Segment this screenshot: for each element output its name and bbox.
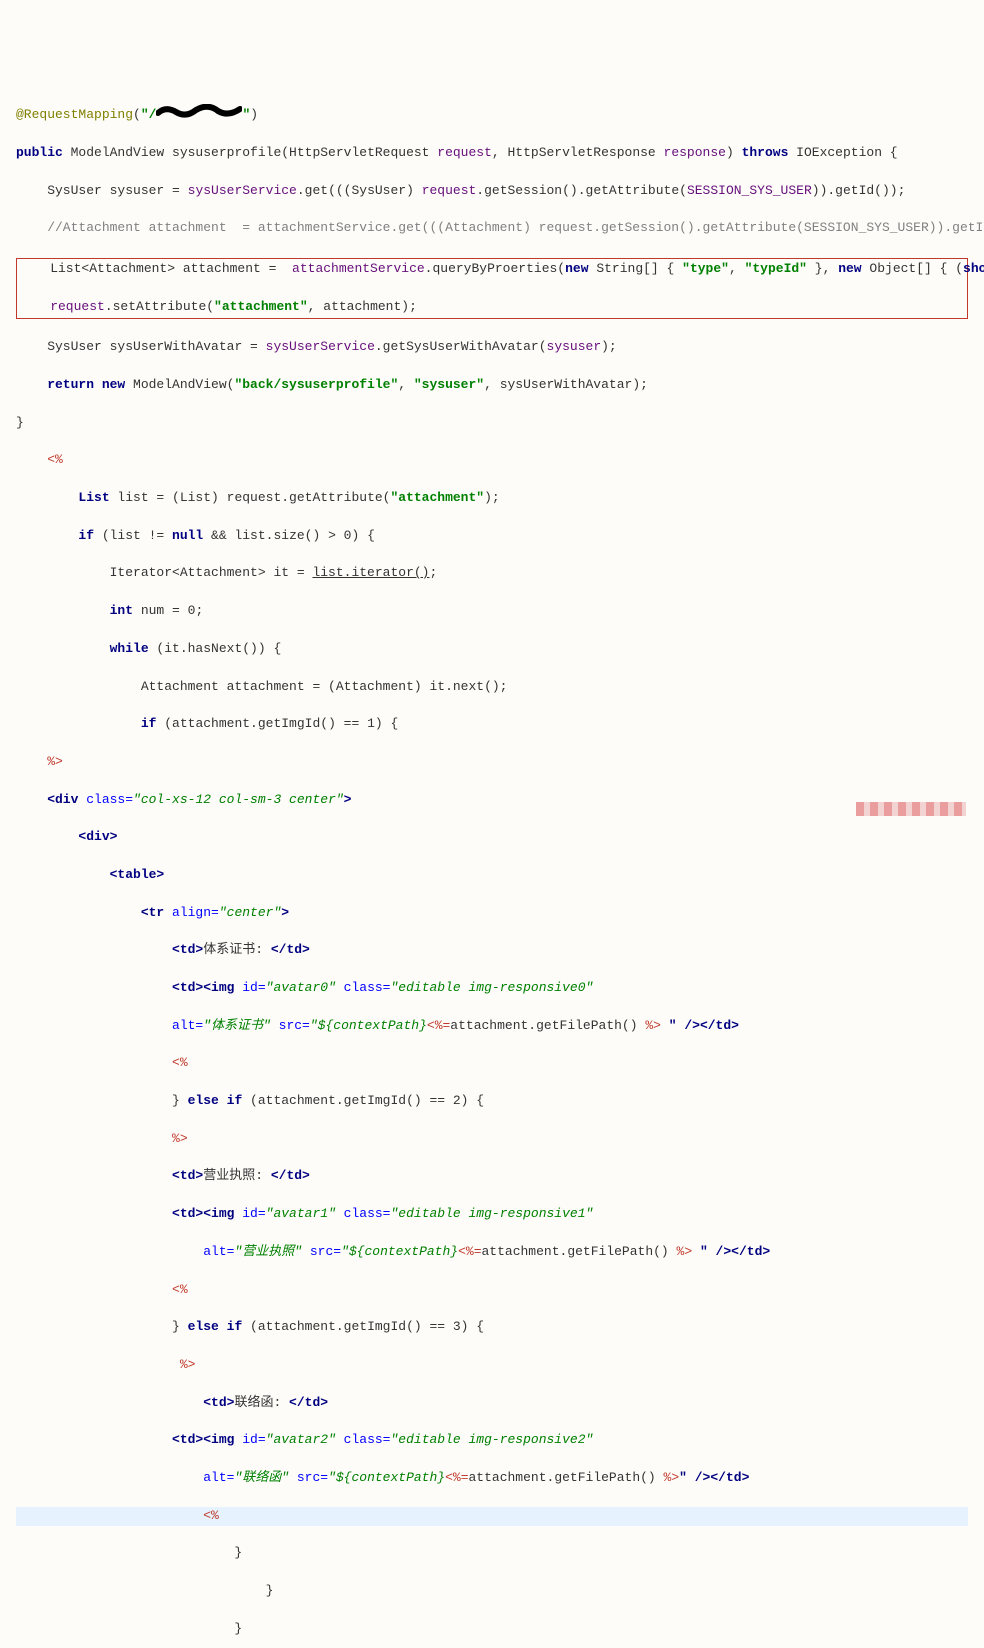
code-line: @RequestMapping("/") [16,104,968,125]
code-line: <td><img id="avatar1" class="editable im… [16,1205,968,1224]
code-line: return new ModelAndView("back/sysuserpro… [16,376,968,395]
code-line: } else if (attachment.getImgId() == 2) { [16,1092,968,1111]
watermark-blur [856,802,966,816]
code-line: <% [16,451,968,470]
code-line-highlighted: <% [16,1507,968,1526]
code-line: SysUser sysUserWithAvatar = sysUserServi… [16,338,968,357]
code-line: <tr align="center"> [16,904,968,923]
code-line: Iterator<Attachment> it = list.iterator(… [16,564,968,583]
code-line: <% [16,1281,968,1300]
code-block: @RequestMapping("/") public ModelAndView… [16,85,968,1648]
code-line: List<Attachment> attachment = attachment… [19,260,965,279]
code-line: <div class="col-xs-12 col-sm-3 center"> [16,791,968,810]
code-line: Attachment attachment = (Attachment) it.… [16,678,968,697]
code-line: int num = 0; [16,602,968,621]
code-line: <table> [16,866,968,885]
code-line: %> [16,1356,968,1375]
code-line: if (list != null && list.size() > 0) { [16,527,968,546]
code-line: } [16,1582,968,1601]
code-line: public ModelAndView sysuserprofile(HttpS… [16,144,968,163]
code-line: <% [16,1054,968,1073]
code-line: } [16,414,968,433]
code-line: %> [16,753,968,772]
code-line: if (attachment.getImgId() == 1) { [16,715,968,734]
code-line: request.setAttribute("attachment", attac… [19,298,965,317]
code-line: SysUser sysuser = sysUserService.get(((S… [16,182,968,201]
code-line: <td>联络函: </td> [16,1394,968,1413]
code-line: <td><img id="avatar2" class="editable im… [16,1431,968,1450]
code-line: } else if (attachment.getImgId() == 3) { [16,1318,968,1337]
code-line-comment: //Attachment attachment = attachmentServ… [16,219,968,238]
code-line: <div> [16,828,968,847]
code-line: alt="体系证书" src="${contextPath}<%=attachm… [16,1017,968,1036]
code-line: alt="联络函" src="${contextPath}<%=attachme… [16,1469,968,1488]
redaction-scribble [156,104,242,125]
code-line: } [16,1544,968,1563]
code-line: while (it.hasNext()) { [16,640,968,659]
highlighted-box: List<Attachment> attachment = attachment… [16,258,968,319]
code-line: } [16,1620,968,1639]
code-line: <td><img id="avatar0" class="editable im… [16,979,968,998]
code-line: %> [16,1130,968,1149]
code-line: alt="营业执照" src="${contextPath}<%=attachm… [16,1243,968,1262]
code-line: <td>营业执照: </td> [16,1167,968,1186]
code-line: List list = (List) request.getAttribute(… [16,489,968,508]
code-line: <td>体系证书: </td> [16,941,968,960]
